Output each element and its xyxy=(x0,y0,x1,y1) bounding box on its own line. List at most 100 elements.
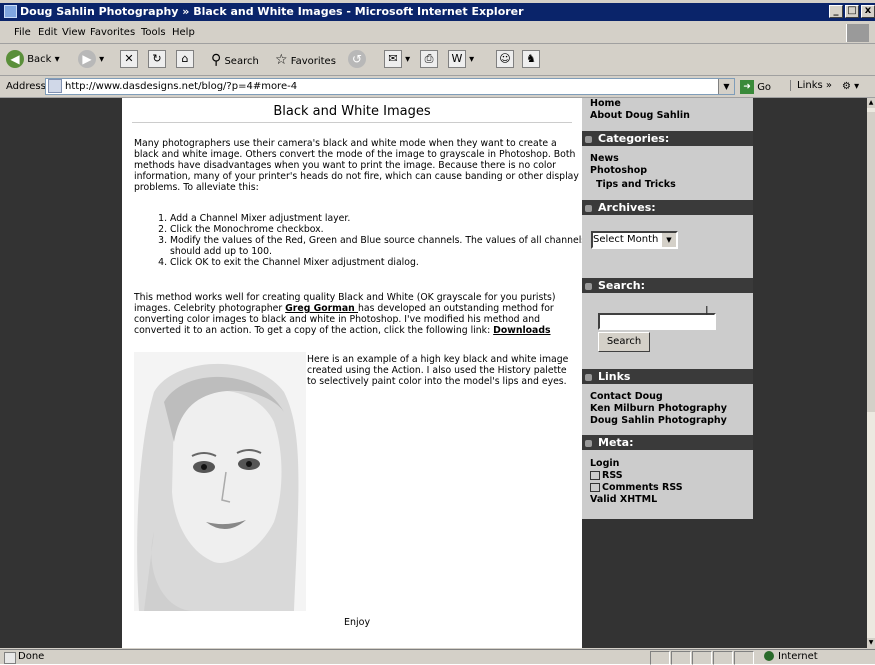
browser-window: Doug Sahlin Photography » Black and Whit… xyxy=(0,0,875,665)
archives-select-value: Select Month xyxy=(593,234,659,245)
window-title: Doug Sahlin Photography » Black and Whit… xyxy=(20,5,524,18)
back-label: Back xyxy=(27,54,52,65)
toolbar-extra-icon[interactable]: ⚙ ▾ xyxy=(842,77,859,97)
search-input[interactable] xyxy=(598,313,716,330)
sidebar: Home About Doug Sahlin Categories: News … xyxy=(582,98,753,519)
edit-button[interactable]: W ▾ xyxy=(448,50,474,70)
home-icon: ⌂ xyxy=(176,50,194,68)
scroll-up-icon[interactable]: ▲ xyxy=(867,98,875,108)
title-bar: Doug Sahlin Photography » Black and Whit… xyxy=(0,3,875,21)
print-icon: ⎙ xyxy=(420,50,438,68)
go-button[interactable]: ➜ Go xyxy=(740,80,771,94)
list-item: Modify the values of the Red, Green and … xyxy=(170,235,600,257)
category-photoshop[interactable]: Photoshop xyxy=(590,165,647,176)
greg-gorman-link[interactable]: Greg Gorman xyxy=(285,303,358,314)
refresh-icon: ↻ xyxy=(148,50,166,68)
stop-button[interactable]: ✕ xyxy=(120,50,138,70)
list-item: Click OK to exit the Channel Mixer adjus… xyxy=(170,257,600,268)
address-input[interactable]: http://www.dasdesigns.net/blog/?p=4#more… xyxy=(45,78,735,95)
mail-button[interactable]: ✉ ▾ xyxy=(384,50,410,70)
search-title: Search: xyxy=(598,279,645,292)
menu-file[interactable]: File xyxy=(14,27,31,38)
downloads-link[interactable]: Downloads xyxy=(493,325,550,336)
maximize-button[interactable]: □ xyxy=(845,5,859,18)
history-button[interactable]: ↺ xyxy=(348,50,366,70)
scroll-down-icon[interactable]: ▼ xyxy=(867,638,875,648)
categories-heading: Categories: xyxy=(582,131,753,146)
links-button[interactable]: Links » xyxy=(790,80,832,91)
steps-list: Add a Channel Mixer adjustment layer. Cl… xyxy=(134,213,600,268)
search-heading: Search: xyxy=(582,278,753,293)
refresh-button[interactable]: ↻ xyxy=(148,50,166,70)
list-item: Click the Monochrome checkbox. xyxy=(170,224,600,235)
search-submit-button[interactable]: Search xyxy=(598,332,650,352)
meta-heading: Meta: xyxy=(582,435,753,450)
links-heading: Links xyxy=(582,369,753,384)
meta-title: Meta: xyxy=(598,436,634,449)
discuss-icon: ☺ xyxy=(496,50,514,68)
menu-help[interactable]: Help xyxy=(172,27,195,38)
sidebar-link-about[interactable]: About Doug Sahlin xyxy=(590,110,690,121)
bullet-icon xyxy=(585,373,592,381)
title-divider xyxy=(132,122,572,123)
address-label: Address xyxy=(6,81,46,92)
globe-icon xyxy=(764,651,774,661)
links-label: Links xyxy=(797,80,823,91)
address-dropdown-icon[interactable]: ▼ xyxy=(718,79,734,94)
standard-toolbar: ◀ Back ▾ ▶ ▾ ✕ ↻ ⌂ ⚲ Search ☆ Favorites … xyxy=(0,45,875,76)
meta-valid-xhtml[interactable]: Valid XHTML xyxy=(590,494,657,505)
status-text: Done xyxy=(18,651,45,662)
rss-icon xyxy=(590,471,600,480)
bullet-icon xyxy=(585,439,592,447)
photo-caption: Here is an example of a high key black a… xyxy=(307,354,569,387)
messenger-icon: ♞ xyxy=(522,50,540,68)
list-item: Add a Channel Mixer adjustment layer. xyxy=(170,213,600,224)
bullet-icon xyxy=(585,135,592,143)
archives-title: Archives: xyxy=(598,201,656,214)
favorites-label: Favorites xyxy=(290,56,336,67)
status-bar: Done Internet xyxy=(0,649,875,665)
category-tips[interactable]: Tips and Tricks xyxy=(596,179,676,190)
vertical-scrollbar[interactable]: ▲ ▼ xyxy=(867,98,875,648)
discuss-button[interactable]: ☺ xyxy=(496,50,514,70)
search-icon: ⚲ xyxy=(211,52,222,68)
categories-title: Categories: xyxy=(598,132,670,145)
menu-bar: File Edit View Favorites Tools Help xyxy=(0,23,875,44)
menu-favorites[interactable]: Favorites xyxy=(90,27,135,38)
status-cell xyxy=(734,651,754,665)
meta-rss[interactable]: RSS xyxy=(590,470,623,481)
link-doug-sahlin[interactable]: Doug Sahlin Photography xyxy=(590,415,727,426)
sidebar-link-home[interactable]: Home xyxy=(590,98,621,109)
menu-view[interactable]: View xyxy=(62,27,86,38)
back-button[interactable]: ◀ Back ▾ xyxy=(6,50,60,70)
category-news[interactable]: News xyxy=(590,153,619,164)
status-cell xyxy=(692,651,712,665)
search-label: Search xyxy=(224,56,259,67)
mail-icon: ✉ xyxy=(384,50,402,68)
menu-tools[interactable]: Tools xyxy=(141,27,166,38)
home-button[interactable]: ⌂ xyxy=(176,50,194,70)
go-arrow-icon: ➜ xyxy=(740,80,754,94)
page-status-icon xyxy=(4,652,16,664)
close-button[interactable]: x xyxy=(861,5,875,18)
address-bar: Address http://www.dasdesigns.net/blog/?… xyxy=(0,77,875,98)
history-icon: ↺ xyxy=(348,50,366,68)
search-button[interactable]: ⚲ Search xyxy=(211,50,259,70)
link-contact-doug[interactable]: Contact Doug xyxy=(590,391,663,402)
page-icon xyxy=(48,79,62,93)
messenger-button[interactable]: ♞ xyxy=(522,50,540,70)
intro-paragraph: Many photographers use their camera's bl… xyxy=(134,138,579,193)
scroll-thumb[interactable] xyxy=(867,112,875,412)
print-button[interactable]: ⎙ xyxy=(420,50,438,70)
archives-select[interactable]: Select Month ▼ xyxy=(591,231,678,249)
favorites-button[interactable]: ☆ Favorites xyxy=(275,50,336,70)
link-ken-milburn[interactable]: Ken Milburn Photography xyxy=(590,403,727,414)
forward-button[interactable]: ▶ ▾ xyxy=(78,50,104,70)
meta-login[interactable]: Login xyxy=(590,458,619,469)
rss-icon xyxy=(590,483,600,492)
meta-comments-rss[interactable]: Comments RSS xyxy=(590,482,683,493)
minimize-button[interactable]: _ xyxy=(829,5,843,18)
menu-edit[interactable]: Edit xyxy=(38,27,57,38)
address-url: http://www.dasdesigns.net/blog/?p=4#more… xyxy=(65,81,298,92)
bullet-icon xyxy=(585,204,592,212)
